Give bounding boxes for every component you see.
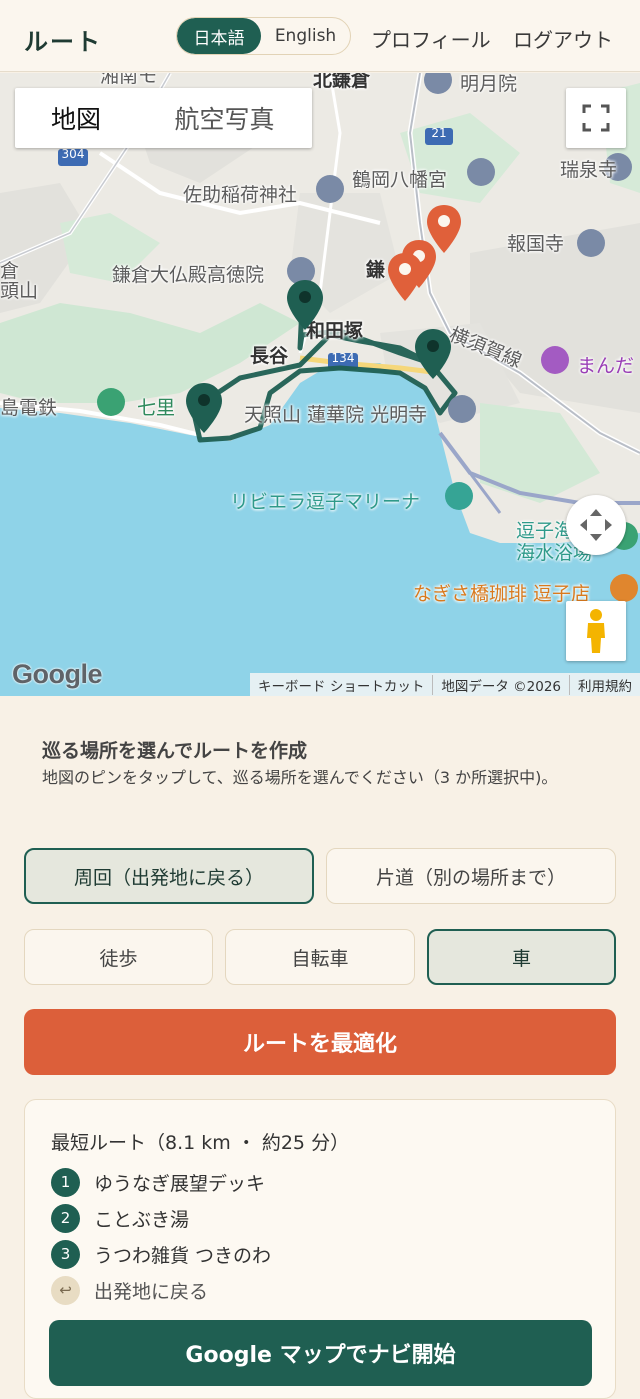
transport-car-option[interactable]: 車 bbox=[427, 929, 616, 985]
place-pin-orange[interactable] bbox=[386, 251, 424, 305]
stop-name: ゆうなぎ展望デッキ bbox=[94, 1172, 266, 1195]
profile-link[interactable]: プロフィール bbox=[371, 24, 491, 53]
route-stop: 1 ゆうなぎ展望デッキ bbox=[51, 1167, 265, 1197]
return-icon: ↩ bbox=[51, 1275, 80, 1305]
map-type-toggle: 地図 航空写真 bbox=[15, 88, 312, 148]
map-pan-control[interactable] bbox=[566, 495, 626, 555]
panel-description: 地図のピンをタップして、巡る場所を選んでください（3 か所選択中)。 bbox=[42, 768, 558, 787]
app-header: ルート 日本語 English プロフィール ログアウト bbox=[0, 0, 640, 72]
map-label-nagisa: なぎさ橋珈琲 逗子店 bbox=[413, 583, 591, 605]
stop-number: 3 bbox=[51, 1239, 80, 1269]
lang-ja-button[interactable]: 日本語 bbox=[177, 18, 262, 54]
route-result-card: 最短ルート（8.1 km ・ 約25 分） 1 ゆうなぎ展望デッキ 2 ことぶき… bbox=[24, 1099, 616, 1399]
google-logo: Google bbox=[12, 659, 103, 689]
fullscreen-button[interactable] bbox=[566, 88, 626, 148]
stop-name: うつわ雑貨 つきのわ bbox=[94, 1244, 272, 1267]
map-data-credit: 地図データ ©2026 bbox=[432, 674, 569, 695]
map-label-zuisenji: 瑞泉寺 bbox=[560, 159, 618, 181]
return-label: 出発地に戻る bbox=[94, 1280, 209, 1303]
fullscreen-icon bbox=[582, 104, 610, 132]
map-label-yama: 頭山 bbox=[0, 280, 39, 302]
selected-pin[interactable] bbox=[184, 381, 224, 437]
road-21-label: 21 bbox=[431, 126, 447, 140]
map-label-manda: まんだ bbox=[577, 355, 635, 377]
map-label-enoden: 島電鉄 bbox=[0, 397, 58, 419]
map-label-kama: 鎌 bbox=[366, 259, 386, 281]
logout-link[interactable]: ログアウト bbox=[513, 24, 613, 53]
map-label-riviera: リビエラ逗子マリーナ bbox=[230, 491, 421, 513]
map-label-hase: 長谷 bbox=[250, 345, 289, 367]
stop-number: 2 bbox=[51, 1203, 80, 1233]
map-label-sasuke: 佐助稲荷神社 bbox=[183, 184, 298, 206]
map-label-shichiri: 七里 bbox=[137, 397, 176, 419]
stop-name: ことぶき湯 bbox=[94, 1208, 190, 1231]
map-label-kitakamakura: 北鎌倉 bbox=[313, 73, 371, 91]
trip-oneway-option[interactable]: 片道（別の場所まで） bbox=[326, 848, 616, 904]
map-label-hokokuji: 報国寺 bbox=[507, 233, 565, 255]
map-label-meigetsuin: 明月院 bbox=[460, 73, 518, 95]
selected-pin[interactable] bbox=[285, 278, 325, 334]
route-stop: 2 ことぶき湯 bbox=[51, 1203, 189, 1233]
selected-pin[interactable] bbox=[413, 327, 453, 383]
start-navigation-button[interactable]: Google マップでナビ開始 bbox=[49, 1320, 592, 1386]
map-view[interactable]: 湘南モ 北鎌倉 明月院 鶴岡八幡宮 瑞泉寺 佐助稲荷神社 報国寺 鎌倉大仏殿高徳… bbox=[0, 73, 640, 696]
transport-walk-option[interactable]: 徒歩 bbox=[24, 929, 213, 985]
street-view-button[interactable] bbox=[566, 601, 626, 661]
map-label-daibutsu: 鎌倉大仏殿高徳院 bbox=[112, 264, 265, 286]
panel-title: 巡る場所を選んでルートを作成 bbox=[42, 740, 308, 762]
road-134-label: 134 bbox=[331, 351, 355, 365]
route-panel: 巡る場所を選んでルートを作成 地図のピンをタップして、巡る場所を選んでください（… bbox=[0, 696, 640, 1399]
app-brand[interactable]: ルート bbox=[24, 22, 102, 57]
map-attribution: キーボード ショートカット 地図データ ©2026 利用規約 bbox=[250, 673, 640, 696]
map-type-satellite-button[interactable]: 航空写真 bbox=[137, 88, 312, 148]
map-label-tsurugaoka: 鶴岡八幡宮 bbox=[352, 169, 448, 191]
optimize-route-button[interactable]: ルートを最適化 bbox=[24, 1009, 616, 1075]
trip-loop-option[interactable]: 周回（出発地に戻る） bbox=[24, 848, 314, 904]
route-stop: 3 うつわ雑貨 つきのわ bbox=[51, 1239, 271, 1269]
route-return: ↩ 出発地に戻る bbox=[51, 1275, 208, 1305]
pegman-icon bbox=[587, 609, 605, 653]
keyboard-shortcuts-link[interactable]: キーボード ショートカット bbox=[250, 675, 432, 695]
language-switch: 日本語 English bbox=[176, 17, 351, 55]
stop-number: 1 bbox=[51, 1167, 80, 1197]
lang-en-button[interactable]: English bbox=[261, 18, 350, 54]
pan-arrows-icon bbox=[580, 509, 612, 541]
route-summary: 最短ルート（8.1 km ・ 約25 分） bbox=[51, 1132, 350, 1154]
road-304-label: 304 bbox=[61, 147, 85, 161]
terms-link[interactable]: 利用規約 bbox=[569, 674, 640, 695]
transport-bike-option[interactable]: 自転車 bbox=[225, 929, 415, 985]
map-label-komyoji: 天照山 蓮華院 光明寺 bbox=[244, 404, 428, 426]
map-type-map-button[interactable]: 地図 bbox=[15, 88, 137, 148]
map-label-shonan: 湘南モ bbox=[100, 73, 158, 87]
